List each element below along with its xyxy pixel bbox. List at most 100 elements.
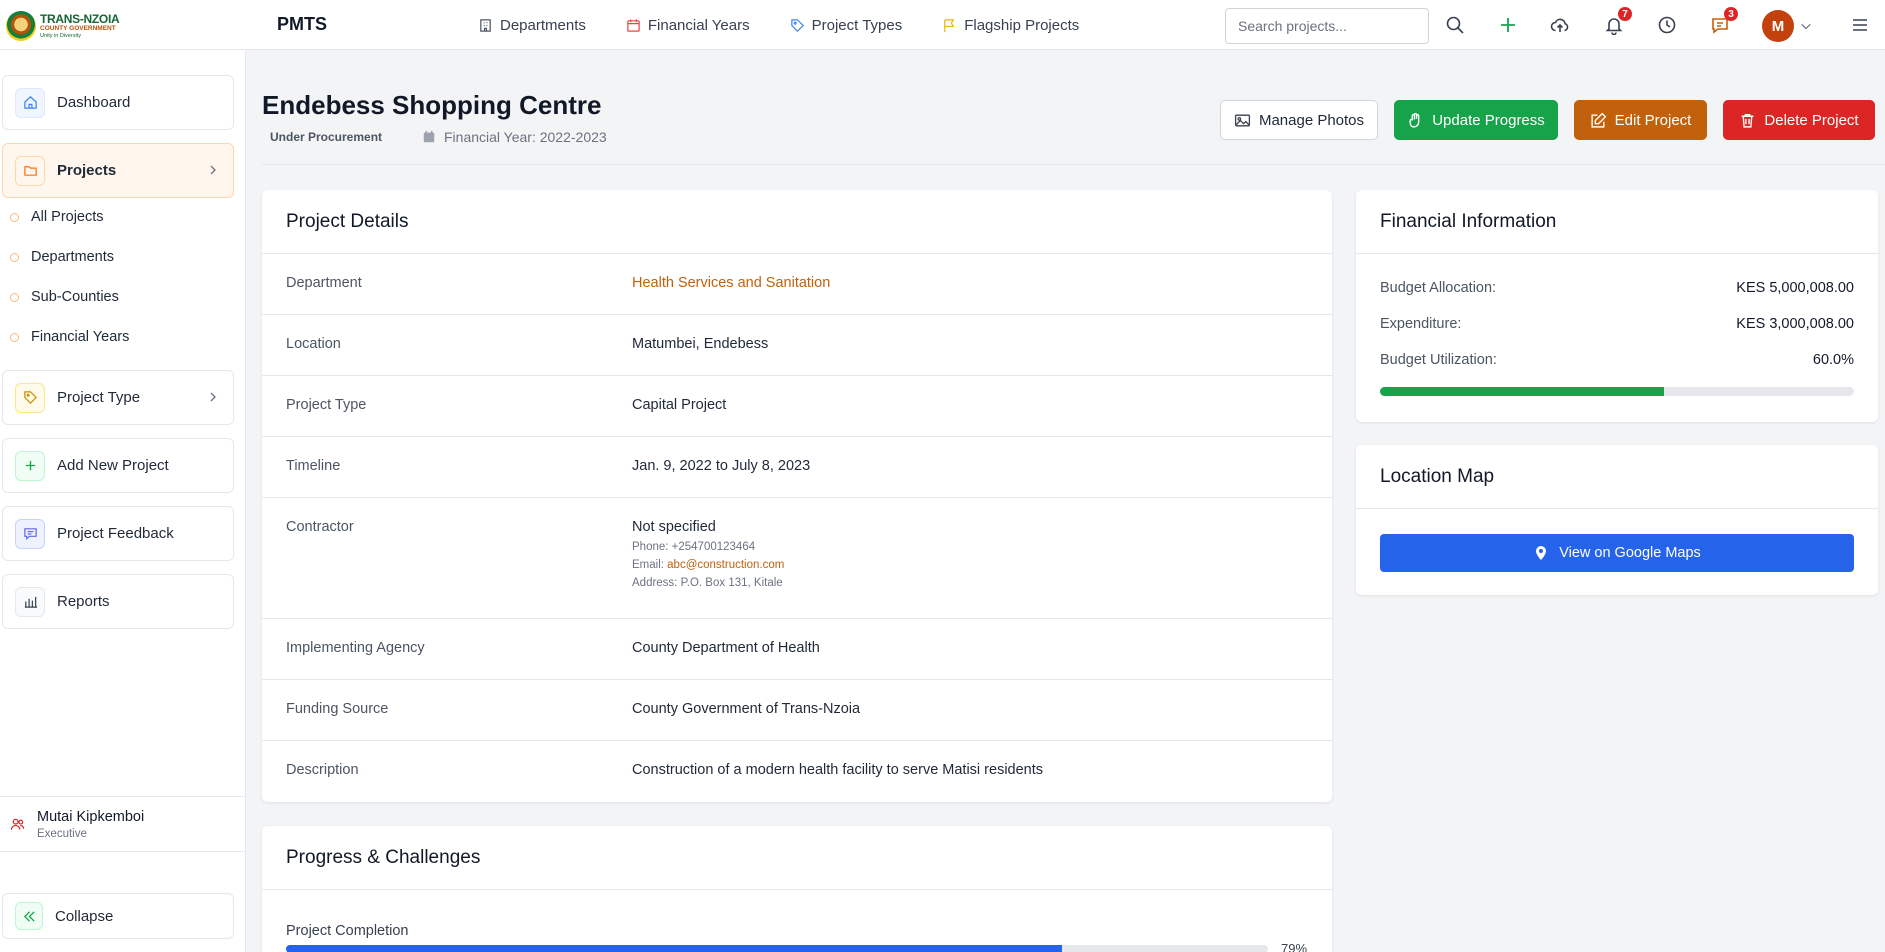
messages-badge: 3 (1724, 7, 1738, 21)
sidebar-collapse-button[interactable]: Collapse (2, 893, 234, 939)
chevron-right-icon (210, 165, 216, 175)
sidebar-item-project-feedback[interactable]: Project Feedback (2, 506, 234, 561)
sidebar-item-project-type[interactable]: Project Type (2, 370, 234, 425)
nav-departments-label: Departments (500, 16, 586, 34)
top-bar: TRANS-NZOIA COUNTY GOVERNMENT Unity in D… (0, 0, 1885, 50)
nav-flagship-projects[interactable]: Flagship Projects (942, 17, 1079, 34)
county-seal-icon (6, 11, 36, 41)
feedback-icon (23, 528, 37, 540)
logo-line-2: COUNTY GOVERNMENT (40, 25, 116, 32)
financial-row-utilization: Budget Utilization: 60.0% (1380, 352, 1854, 368)
sidebar-item-dashboard[interactable]: Dashboard (2, 75, 234, 130)
flag-icon (944, 18, 955, 32)
contractor-address: Address: P.O. Box 131, Kitale (632, 577, 783, 589)
sidebar-item-reports[interactable]: Reports (2, 574, 234, 629)
card-title: Financial Information (1356, 190, 1878, 254)
cloud-upload-icon (1550, 18, 1569, 32)
bullet-icon (10, 332, 19, 342)
sidebar-subitem-departments[interactable]: Departments (10, 249, 114, 265)
detail-value: County Department of Health (632, 640, 820, 656)
financial-value: KES 5,000,008.00 (1736, 280, 1854, 296)
clock-icon (1658, 16, 1676, 34)
detail-label: Description (286, 762, 359, 778)
edit-icon (1591, 112, 1607, 128)
plus-icon (1501, 18, 1515, 32)
notifications-button[interactable]: 7 (1603, 7, 1632, 36)
add-button[interactable] (1497, 14, 1519, 36)
financial-label: Expenditure: (1380, 316, 1462, 332)
messages-button[interactable]: 3 (1709, 7, 1738, 36)
financial-value: 60.0% (1812, 352, 1854, 368)
completion-label: Project Completion (286, 923, 409, 939)
sidebar-subitem-sub-counties[interactable]: Sub-Counties (10, 289, 119, 305)
menu-icon (1853, 19, 1867, 31)
chevron-right-icon (210, 392, 216, 402)
financial-value: KES 3,000,008.00 (1736, 316, 1854, 332)
status-badge: Under Procurement (270, 130, 383, 144)
sidebar-item-add-new-project[interactable]: Add New Project (2, 438, 234, 493)
detail-value: Construction of a modern health facility… (632, 762, 1044, 778)
upload-button[interactable] (1549, 14, 1571, 36)
sidebar-user-profile[interactable]: Mutai Kipkemboi Executive (0, 796, 246, 852)
nav-financial-years[interactable]: Financial Years (626, 17, 750, 34)
page-title: Endebess Shopping Centre (262, 90, 602, 120)
manage-photos-button[interactable]: Manage Photos (1220, 100, 1378, 140)
folder-icon (23, 166, 37, 176)
nav-project-types[interactable]: Project Types (790, 17, 902, 34)
user-avatar[interactable]: M (1762, 10, 1794, 42)
nav-flagship-projects-label: Flagship Projects (964, 16, 1080, 34)
detail-label: Department (286, 275, 362, 291)
tag-icon (790, 18, 804, 32)
update-progress-button[interactable]: Update Progress (1394, 100, 1558, 140)
app-brand[interactable]: PMTS (277, 14, 327, 35)
sidebar-item-projects[interactable]: Projects (2, 143, 234, 198)
sidebar-subitem-label: Departments (31, 249, 115, 265)
contractor-name: Not specified (632, 519, 716, 535)
sidebar-item-label: Add New Project (57, 457, 169, 474)
history-button[interactable] (1656, 14, 1678, 36)
nav-departments[interactable]: Departments (478, 17, 586, 34)
contractor-email: Email: abc@construction.com (632, 559, 785, 571)
notifications-badge: 7 (1618, 7, 1632, 21)
search-button[interactable] (1444, 14, 1466, 36)
sidebar-subitem-label: Financial Years (31, 329, 130, 345)
calendar-icon (627, 18, 640, 32)
department-link[interactable]: Health Services and Sanitation (632, 275, 830, 291)
sidebar-subitem-financial-years[interactable]: Financial Years (10, 329, 129, 345)
detail-label: Project Type (286, 397, 367, 413)
bullet-icon (10, 252, 19, 262)
detail-value: County Government of Trans-Nzoia (632, 701, 861, 717)
upload-hand-icon (1409, 112, 1420, 128)
card-title: Project Details (262, 190, 1332, 254)
completion-progress-bar (286, 945, 1268, 952)
sidebar-item-label: Project Feedback (57, 525, 174, 542)
contractor-email-link[interactable]: abc@construction.com (667, 559, 784, 571)
sidebar-subitem-all-projects[interactable]: All Projects (10, 209, 104, 225)
search-input[interactable] (1225, 8, 1429, 44)
delete-project-button[interactable]: Delete Project (1723, 100, 1875, 140)
financial-label: Budget Allocation: (1380, 280, 1497, 296)
tag-icon (23, 391, 37, 404)
trash-icon (1742, 113, 1754, 128)
nav-financial-years-label: Financial Years (647, 16, 750, 34)
users-icon (10, 818, 25, 830)
detail-label: Timeline (286, 458, 341, 474)
user-menu-toggle[interactable] (1799, 15, 1813, 37)
detail-value: Matumbei, Endebess (632, 336, 769, 352)
image-icon (1234, 114, 1250, 126)
detail-label: Implementing Agency (286, 640, 425, 656)
building-icon (480, 18, 491, 32)
user-role: Executive (37, 827, 87, 840)
sidebar-subitem-label: All Projects (31, 209, 104, 225)
county-logo[interactable]: TRANS-NZOIA COUNTY GOVERNMENT Unity in D… (6, 8, 128, 44)
detail-label: Contractor (286, 519, 354, 535)
contractor-info: Not specified Phone: +254700123464 Email… (632, 519, 784, 589)
financial-year-text: Financial Year: 2022-2023 (444, 129, 607, 145)
hamburger-menu-button[interactable] (1849, 14, 1871, 36)
edit-project-button[interactable]: Edit Project (1574, 100, 1707, 140)
view-google-maps-button[interactable]: View on Google Maps (1380, 534, 1854, 572)
sidebar-item-label: Projects (57, 162, 117, 179)
budget-utilization-fill (1380, 387, 1665, 396)
location-map-card: Location Map View on Google Maps (1356, 445, 1878, 595)
detail-value: Jan. 9, 2022 to July 8, 2023 (632, 458, 811, 474)
